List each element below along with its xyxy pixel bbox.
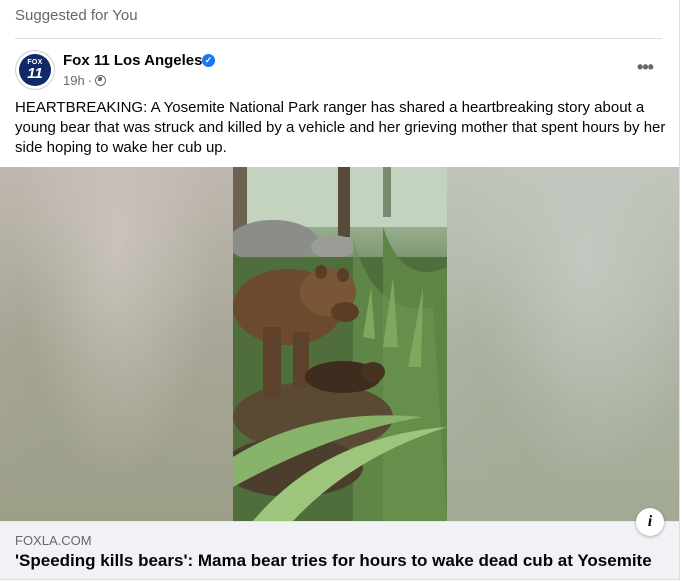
post-media[interactable]: [0, 167, 679, 521]
post-timestamp[interactable]: 19h: [63, 73, 85, 88]
fox11-logo-icon: FOX 11: [19, 54, 51, 86]
avatar-line2: 11: [27, 65, 43, 82]
link-title[interactable]: 'Speeding kills bears': Mama bear tries …: [15, 551, 652, 571]
bear-photo[interactable]: [233, 167, 447, 521]
link-preview[interactable]: FOXLA.COM 'Speeding kills bears': Mama b…: [0, 521, 679, 579]
info-icon[interactable]: i: [636, 508, 664, 536]
header-divider: [15, 38, 662, 39]
blurred-background-right: [447, 167, 679, 521]
page-name-link[interactable]: Fox 11 Los Angeles: [63, 52, 203, 69]
verified-badge-icon: ✓: [202, 54, 215, 67]
link-domain: FOXLA.COM: [15, 533, 92, 548]
page-avatar[interactable]: FOX 11: [15, 50, 55, 90]
globe-icon[interactable]: [95, 75, 107, 86]
bear-photo-illustration: [233, 167, 447, 521]
meta-separator: ·: [87, 73, 93, 88]
more-options-button[interactable]: •••: [630, 58, 660, 78]
post-meta: 19h ·: [63, 73, 107, 88]
blurred-background-left: [0, 167, 233, 521]
post-text: HEARTBREAKING: A Yosemite National Park …: [15, 99, 666, 156]
suggested-label: Suggested for You: [15, 7, 138, 24]
post-card: Suggested for You FOX 11 Fox 11 Los Ange…: [0, 0, 680, 580]
